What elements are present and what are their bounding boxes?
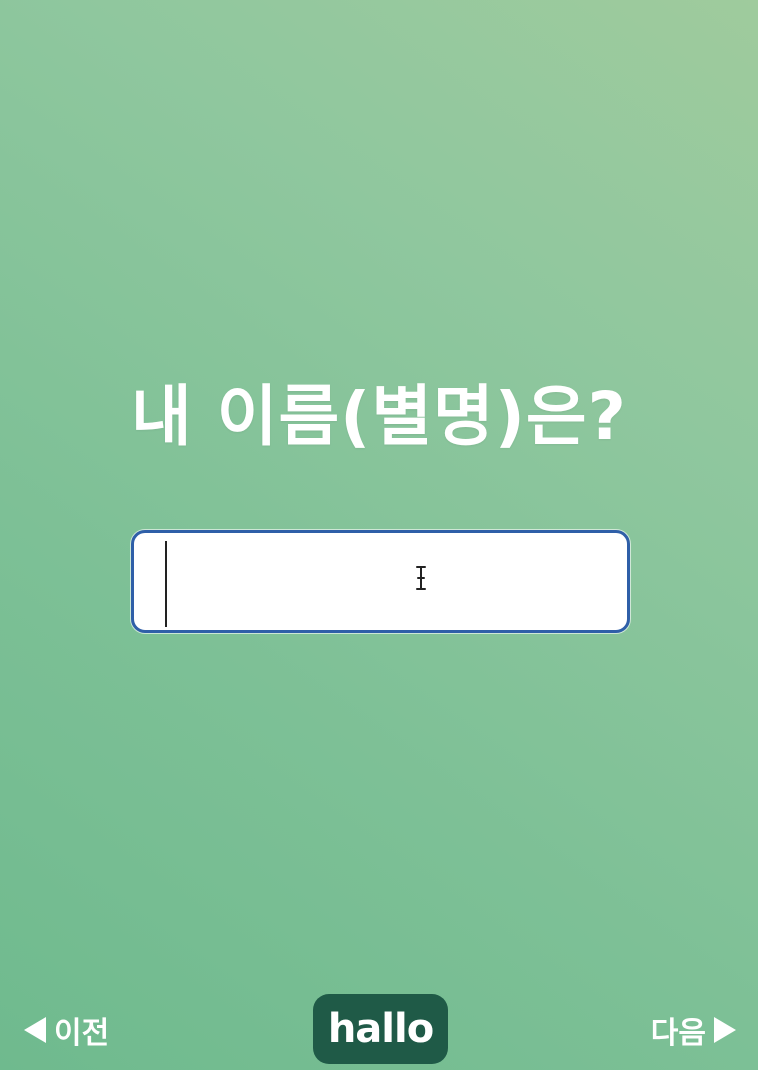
logo-text: hallo xyxy=(327,1006,434,1052)
prev-button[interactable]: 이전 xyxy=(24,1010,110,1051)
name-input-box[interactable] xyxy=(131,530,630,633)
next-button[interactable]: 다음 xyxy=(650,1010,736,1051)
hallo-logo: hallo xyxy=(313,994,448,1064)
triangle-left-icon xyxy=(24,1017,46,1043)
text-cursor-icon xyxy=(416,566,426,590)
prev-label: 이전 xyxy=(54,1016,110,1051)
name-input[interactable] xyxy=(134,533,627,630)
text-caret xyxy=(165,541,167,627)
screen: 내 이름(별명)은? 이전 hallo 다음 xyxy=(0,0,758,1070)
triangle-right-icon xyxy=(714,1017,736,1043)
next-label: 다음 xyxy=(650,1016,706,1051)
question-heading: 내 이름(별명)은? xyxy=(131,378,627,455)
